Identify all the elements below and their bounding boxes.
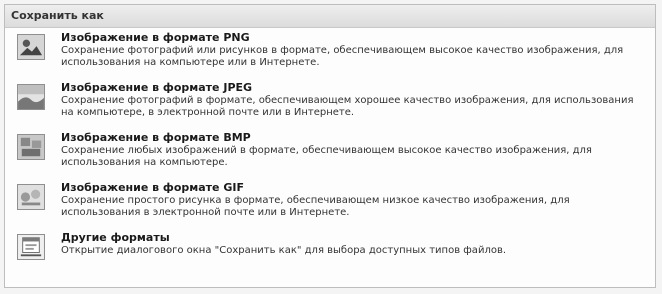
png-image-icon — [17, 34, 45, 60]
save-as-png-item[interactable]: Изображение в формате PNG Сохранение фот… — [5, 28, 655, 78]
item-description: Открытие диалогового окна "Сохранить как… — [61, 245, 507, 256]
other-formats-icon — [17, 234, 45, 260]
menu-header: Сохранить как — [5, 5, 655, 28]
item-title: Изображение в формате PNG — [61, 31, 250, 44]
item-title: Другие форматы — [61, 231, 170, 244]
save-as-gif-item[interactable]: Изображение в формате GIF Сохранение про… — [5, 178, 655, 228]
item-title: Изображение в формате JPEG — [61, 81, 253, 94]
gif-image-icon — [17, 184, 45, 210]
bmp-image-icon — [17, 134, 45, 160]
item-title: Изображение в формате GIF — [61, 181, 244, 194]
jpeg-image-icon — [17, 84, 45, 110]
item-description: Сохранение простого рисунка в формате, о… — [61, 195, 570, 218]
item-description: Сохранение фотографий или рисунков в фор… — [61, 45, 624, 68]
save-as-other-formats-item[interactable]: Другие форматы Открытие диалогового окна… — [5, 228, 655, 278]
item-description: Сохранение фотографий в формате, обеспеч… — [61, 95, 634, 118]
item-description: Сохранение любых изображений в формате, … — [61, 145, 592, 168]
save-as-menu: Сохранить как Изображение в формате PNG … — [4, 4, 656, 288]
save-as-jpeg-item[interactable]: Изображение в формате JPEG Сохранение фо… — [5, 78, 655, 128]
save-as-bmp-item[interactable]: Изображение в формате BMP Сохранение люб… — [5, 128, 655, 178]
item-title: Изображение в формате BMP — [61, 131, 251, 144]
